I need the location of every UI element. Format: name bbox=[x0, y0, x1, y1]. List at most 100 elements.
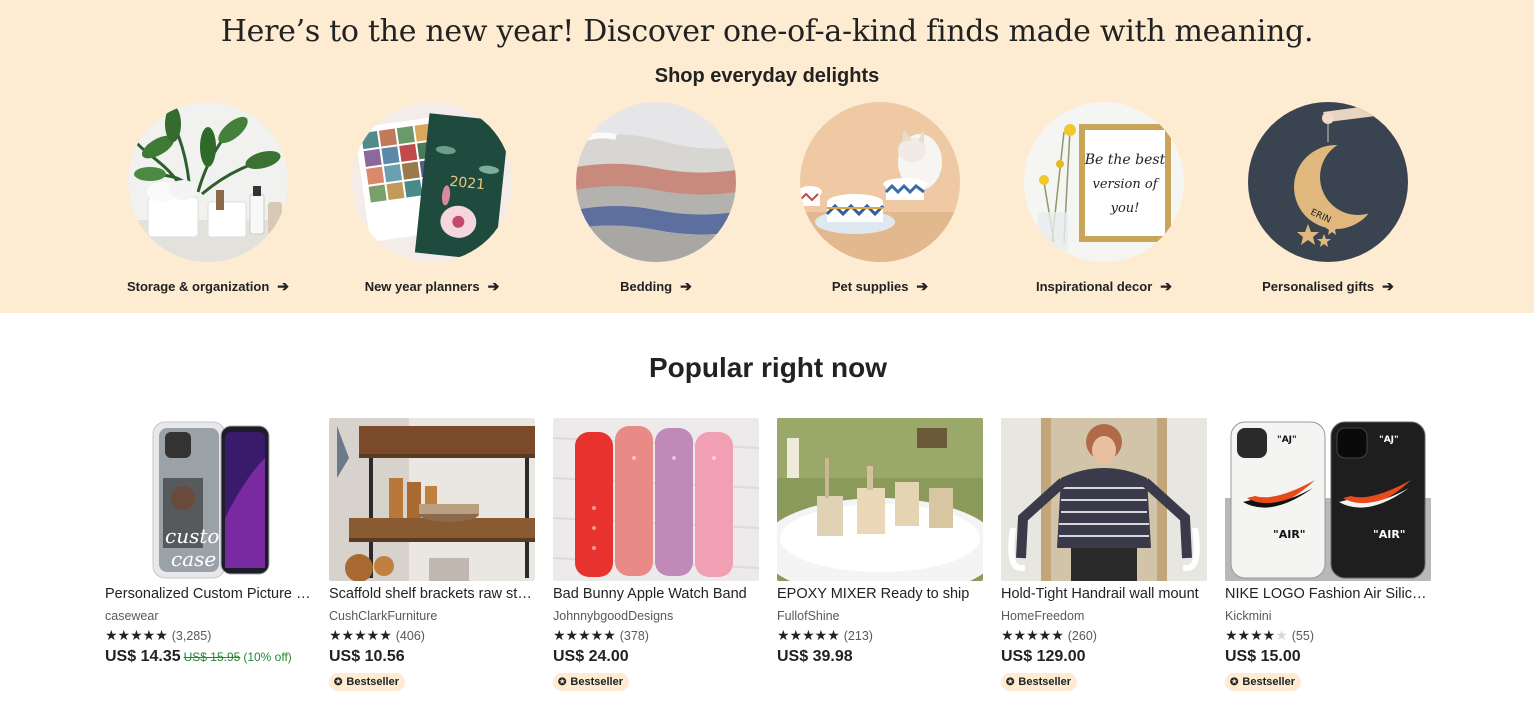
listing-title[interactable]: EPOXY MIXER Ready to ship bbox=[777, 586, 983, 602]
listing-title[interactable]: Scaffold shelf brackets raw steel bbox=[329, 586, 535, 602]
category-personalised-gifts[interactable]: ERIN Personalised gifts ➔ bbox=[1216, 102, 1440, 302]
review-count: (378) bbox=[619, 629, 649, 643]
badge-label: Bestseller bbox=[1242, 676, 1295, 688]
category-image-planners[interactable]: 2021 bbox=[352, 102, 512, 262]
arrow-right-icon: ➔ bbox=[277, 278, 290, 294]
nike-case-air-text: "AIR" bbox=[1273, 528, 1306, 541]
stars-filled: ★★★★★ bbox=[1001, 627, 1064, 643]
stars-filled: ★★★★★ bbox=[777, 627, 840, 643]
listing-rating: ★★★★★ (406) bbox=[329, 627, 425, 644]
medal-icon: ✪ bbox=[1230, 677, 1239, 688]
bestseller-badge: ✪ Bestseller bbox=[329, 673, 405, 691]
listing-shop-name[interactable]: JohnnybgoodDesigns bbox=[553, 609, 673, 623]
listing-price: US$ 14.35 US$ 15.95 (10% off) bbox=[105, 648, 292, 666]
listing-rating: ★★★★★ (55) bbox=[1225, 627, 1314, 644]
star-rating-icon: ★★★★★ bbox=[777, 627, 840, 643]
review-count: (3,285) bbox=[171, 629, 212, 643]
listing-shop-name[interactable]: CushClarkFurniture bbox=[329, 609, 437, 623]
category-image-storage[interactable] bbox=[128, 102, 288, 262]
listing-card[interactable]: "AJ" "AIR" "AJ" "AIR" NIKE LOGO Fashion … bbox=[1225, 418, 1435, 698]
star-rating-icon: ★★★★★ bbox=[329, 627, 392, 643]
listing-price: US$ 24.00 bbox=[553, 648, 629, 666]
price: US$ 24.00 bbox=[553, 648, 629, 665]
decor-quote-line1: Be the best bbox=[1084, 152, 1166, 168]
original-price: US$ 15.95 bbox=[183, 650, 241, 664]
category-label[interactable]: Pet supplies ➔ bbox=[768, 278, 992, 295]
decor-quote-line3: you! bbox=[1110, 201, 1140, 216]
arrow-right-icon: ➔ bbox=[487, 278, 500, 294]
listing-card[interactable]: Hold-Tight Handrail wall mount HomeFreed… bbox=[1001, 418, 1211, 698]
category-label[interactable]: New year planners ➔ bbox=[320, 278, 544, 295]
price: US$ 39.98 bbox=[777, 648, 853, 665]
listing-image-nike-case[interactable]: "AJ" "AIR" "AJ" "AIR" bbox=[1225, 418, 1431, 581]
listing-image-phone-case[interactable]: custom case bbox=[105, 418, 311, 581]
listing-title[interactable]: Personalized Custom Picture Phone Case bbox=[105, 586, 311, 602]
review-count: (55) bbox=[1291, 629, 1314, 643]
arrow-right-icon: ➔ bbox=[1382, 278, 1394, 294]
bestseller-badge: ✪ Bestseller bbox=[553, 673, 629, 691]
listing-card[interactable]: EPOXY MIXER Ready to ship FullofShine ★★… bbox=[777, 418, 987, 698]
listing-card[interactable]: Scaffold shelf brackets raw steel CushCl… bbox=[329, 418, 539, 698]
category-image-pet-supplies[interactable] bbox=[800, 102, 960, 262]
listing-title[interactable]: NIKE LOGO Fashion Air Silicone Case bbox=[1225, 586, 1431, 602]
listing-card[interactable]: custom case Personalized Custom Picture … bbox=[105, 418, 315, 698]
price: US$ 129.00 bbox=[1001, 648, 1086, 665]
category-label-text: New year planners bbox=[364, 279, 480, 294]
stars-filled: ★★★★★ bbox=[553, 627, 616, 643]
listing-rating: ★★★★★ (378) bbox=[553, 627, 649, 644]
category-storage-organization[interactable]: Storage & organization ➔ bbox=[96, 102, 320, 302]
discount-percent: (10% off) bbox=[243, 650, 292, 664]
badge-label: Bestseller bbox=[1018, 676, 1071, 688]
star-rating-icon: ★★★★★ bbox=[1225, 627, 1288, 643]
review-count: (406) bbox=[395, 629, 425, 643]
listing-shop-name[interactable]: FullofShine bbox=[777, 609, 840, 623]
popular-section-title: Popular right now bbox=[649, 352, 887, 383]
category-label[interactable]: Bedding ➔ bbox=[544, 278, 768, 295]
star-rating-icon: ★★★★★ bbox=[1001, 627, 1064, 643]
hero-banner: Here’s to the new year! Discover one-of-… bbox=[0, 0, 1534, 313]
nike-case-air-text-right: "AIR" bbox=[1373, 528, 1406, 541]
medal-icon: ✪ bbox=[1006, 677, 1015, 688]
badge-label: Bestseller bbox=[346, 676, 399, 688]
category-pet-supplies[interactable]: Pet supplies ➔ bbox=[768, 102, 992, 302]
category-bedding[interactable]: Bedding ➔ bbox=[544, 102, 768, 302]
listing-shop-name[interactable]: casewear bbox=[105, 609, 159, 623]
medal-icon: ✪ bbox=[558, 677, 567, 688]
listing-price: US$ 10.56 bbox=[329, 648, 405, 666]
listing-shop-name[interactable]: HomeFreedom bbox=[1001, 609, 1084, 623]
review-count: (213) bbox=[843, 629, 873, 643]
hero-headline: Here’s to the new year! Discover one-of-… bbox=[220, 14, 1314, 49]
phone-case-text-line2: case bbox=[171, 547, 216, 571]
category-image-inspirational-decor[interactable]: Be the best version of you! bbox=[1024, 102, 1184, 262]
nike-case-left-text: "AJ" bbox=[1277, 435, 1297, 445]
category-label-text: Bedding bbox=[620, 279, 673, 294]
category-label[interactable]: Storage & organization ➔ bbox=[96, 278, 320, 295]
review-count: (260) bbox=[1067, 629, 1097, 643]
arrow-right-icon: ➔ bbox=[1160, 278, 1173, 294]
stars-filled: ★★★★★ bbox=[329, 627, 392, 643]
listing-image-shelf-brackets[interactable] bbox=[329, 418, 535, 581]
listing-image-epoxy-mixer[interactable] bbox=[777, 418, 983, 581]
listing-image-watch-band[interactable] bbox=[553, 418, 759, 581]
listing-card[interactable]: Bad Bunny Apple Watch Band JohnnybgoodDe… bbox=[553, 418, 763, 698]
listing-title[interactable]: Hold-Tight Handrail wall mount bbox=[1001, 586, 1207, 602]
listing-price: US$ 39.98 bbox=[777, 648, 853, 666]
price: US$ 15.00 bbox=[1225, 648, 1301, 665]
category-label-text: Pet supplies bbox=[831, 279, 909, 294]
listing-price: US$ 15.00 bbox=[1225, 648, 1301, 666]
category-inspirational-decor[interactable]: Be the best version of you! Inspirationa… bbox=[992, 102, 1216, 302]
category-new-year-planners[interactable]: 2021 New year planners ➔ bbox=[320, 102, 544, 302]
listing-title[interactable]: Bad Bunny Apple Watch Band bbox=[553, 586, 759, 602]
price: US$ 10.56 bbox=[329, 648, 405, 665]
listing-shop-name[interactable]: Kickmini bbox=[1225, 609, 1272, 623]
nike-case-right-text: "AJ" bbox=[1379, 435, 1399, 445]
category-label[interactable]: Personalised gifts ➔ bbox=[1216, 278, 1440, 295]
category-label[interactable]: Inspirational decor ➔ bbox=[992, 278, 1216, 295]
listing-rating: ★★★★★ (213) bbox=[777, 627, 873, 644]
listing-image-handrail[interactable] bbox=[1001, 418, 1207, 581]
arrow-right-icon: ➔ bbox=[916, 278, 929, 294]
category-image-bedding[interactable] bbox=[576, 102, 736, 262]
hero-subheading: Shop everyday delights bbox=[654, 65, 880, 87]
category-image-personalised-gifts[interactable]: ERIN bbox=[1248, 102, 1408, 262]
listing-rating: ★★★★★ (3,285) bbox=[105, 627, 211, 644]
